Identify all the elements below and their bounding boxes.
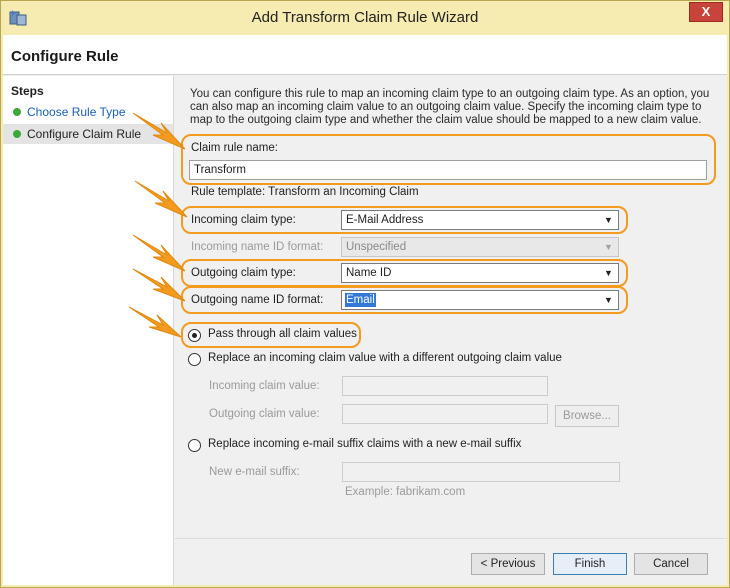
close-button[interactable]: X (689, 2, 723, 22)
step-choose-rule-type[interactable]: Choose Rule Type (3, 102, 173, 122)
incoming-claim-value-label: Incoming claim value: (209, 380, 320, 392)
replace-suffix-label[interactable]: Replace incoming e-mail suffix claims wi… (208, 438, 521, 450)
cancel-button[interactable]: Cancel (634, 553, 708, 575)
incoming-nameid-format-label: Incoming name ID format: (191, 241, 324, 253)
finish-button[interactable]: Finish (553, 553, 627, 575)
wizard-window: Add Transform Claim Rule Wizard X Config… (0, 0, 730, 588)
chevron-down-icon: ▼ (604, 242, 613, 252)
footer-separator (175, 538, 727, 539)
wizard-header: Configure Rule (3, 35, 727, 75)
claim-rule-name-input[interactable]: Transform (189, 160, 707, 180)
outgoing-nameid-format-select[interactable]: Email ▼ (341, 290, 619, 310)
replace-claim-value-radio[interactable] (188, 353, 201, 366)
outgoing-claim-type-label: Outgoing claim type: (191, 267, 296, 279)
step-label: Choose Rule Type (27, 105, 126, 119)
rule-description: You can configure this rule to map an in… (190, 88, 710, 126)
previous-button[interactable]: < Previous (471, 553, 545, 575)
outgoing-nameid-format-value: Email (345, 293, 376, 307)
step-status-icon (13, 108, 21, 116)
close-icon: X (701, 4, 711, 19)
step-label: Configure Claim Rule (27, 127, 142, 141)
steps-title: Steps (11, 84, 44, 98)
browse-button: Browse... (555, 405, 619, 427)
chevron-down-icon: ▼ (604, 295, 613, 305)
new-email-suffix-label: New e-mail suffix: (209, 466, 300, 478)
outgoing-claim-type-select[interactable]: Name ID ▼ (341, 263, 619, 283)
title-bar[interactable]: Add Transform Claim Rule Wizard X (1, 1, 729, 35)
replace-claim-value-label[interactable]: Replace an incoming claim value with a d… (208, 352, 562, 364)
claim-rule-name-label: Claim rule name: (191, 142, 278, 154)
page-title: Configure Rule (11, 48, 119, 65)
outgoing-claim-value-label: Outgoing claim value: (209, 408, 320, 420)
wizard-client-area: Configure Rule Steps Choose Rule Type Co… (3, 35, 727, 585)
pass-through-radio[interactable] (188, 329, 201, 342)
step-status-icon (13, 130, 21, 138)
steps-panel: Steps Choose Rule Type Configure Claim R… (3, 76, 174, 585)
chevron-down-icon: ▼ (604, 215, 613, 225)
chevron-down-icon: ▼ (604, 268, 613, 278)
replace-suffix-radio[interactable] (188, 439, 201, 452)
new-email-suffix-input (342, 462, 620, 482)
incoming-nameid-format-value: Unspecified (346, 241, 407, 253)
incoming-claim-type-label: Incoming claim type: (191, 214, 296, 226)
outgoing-claim-value-input (342, 404, 548, 424)
step-configure-claim-rule[interactable]: Configure Claim Rule (3, 124, 173, 144)
rule-template-text: Rule template: Transform an Incoming Cla… (191, 186, 419, 198)
incoming-claim-type-value: E-Mail Address (346, 214, 424, 226)
incoming-claim-type-select[interactable]: E-Mail Address ▼ (341, 210, 619, 230)
incoming-nameid-format-select: Unspecified ▼ (341, 237, 619, 257)
suffix-example-text: Example: fabrikam.com (345, 486, 466, 498)
incoming-claim-value-input (342, 376, 548, 396)
outgoing-nameid-format-label: Outgoing name ID format: (191, 294, 324, 306)
outgoing-claim-type-value: Name ID (346, 267, 392, 279)
radio-selected-dot (192, 333, 197, 338)
main-panel: You can configure this rule to map an in… (175, 76, 727, 585)
pass-through-label[interactable]: Pass through all claim values (208, 328, 357, 340)
window-title: Add Transform Claim Rule Wizard (251, 9, 479, 26)
